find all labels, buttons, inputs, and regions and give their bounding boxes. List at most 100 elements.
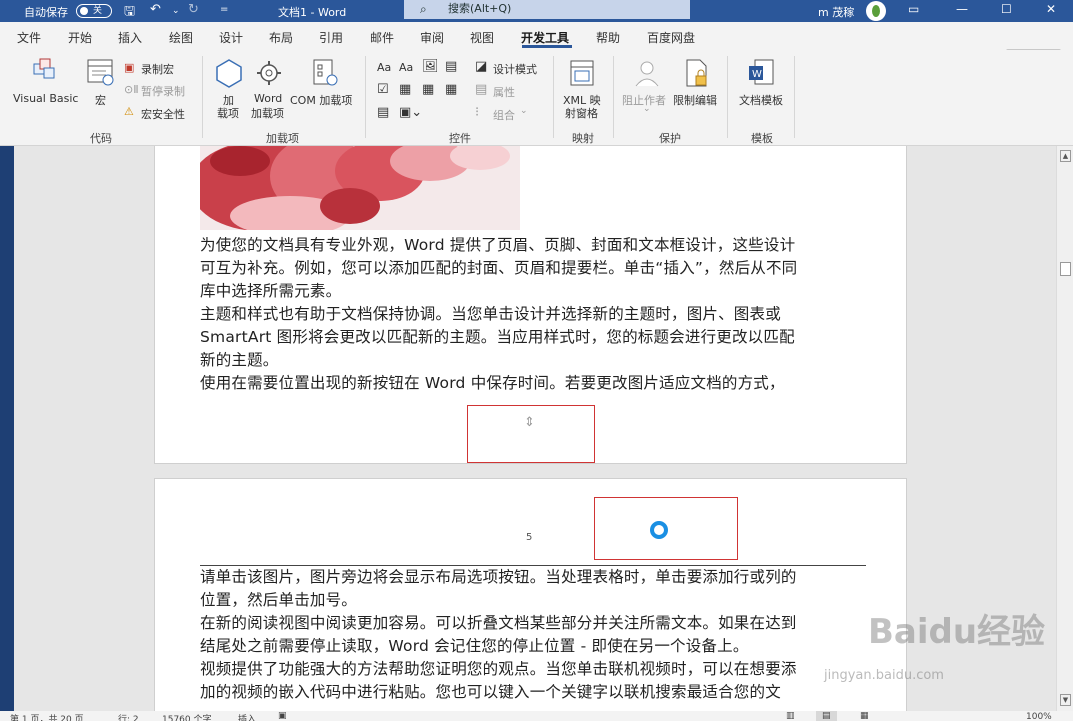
- window-edge: [0, 146, 14, 721]
- tab-insert[interactable]: 插入: [118, 29, 142, 46]
- user-name[interactable]: m 茂稼: [818, 4, 854, 20]
- tab-design[interactable]: 设计: [219, 29, 243, 46]
- com-addins-label: COM 加载项: [290, 94, 353, 107]
- macros-icon: [87, 59, 114, 86]
- macro-record-icon[interactable]: ▣: [278, 711, 287, 721]
- text-line: 可互为补充。例如，您可以添加匹配的封面、页眉和提要栏。单击“插入”，然后从不同: [200, 259, 798, 277]
- row-indicator: 行: 2: [118, 715, 139, 721]
- svg-text:W: W: [752, 69, 762, 80]
- word-template-icon: W: [749, 59, 774, 85]
- undo-icon[interactable]: ↶: [150, 2, 161, 17]
- tab-layout[interactable]: 布局: [269, 29, 293, 46]
- page-2-text[interactable]: 请单击该图片，图片旁边将会显示布局选项按钮。当处理表格时，单击要添加行或列的 位…: [200, 566, 866, 704]
- document-title: 文档1 - Word: [278, 6, 347, 19]
- tab-view[interactable]: 视图: [470, 29, 494, 46]
- group-divider: [202, 56, 203, 138]
- avatar[interactable]: [866, 1, 886, 21]
- dropdown-list-icon[interactable]: ▦: [422, 82, 434, 97]
- tab-help[interactable]: 帮助: [596, 29, 620, 46]
- text-line: 主题和样式也有助于文档保持协调。当您单击设计并选择新的主题时，图片、图表或: [200, 305, 781, 323]
- warning-icon: ⚠: [124, 105, 134, 118]
- checkbox-control-icon[interactable]: ☑: [377, 82, 389, 97]
- word-count[interactable]: 15760 个字: [162, 712, 212, 721]
- group-icon: ⁝: [475, 105, 480, 120]
- date-picker-icon[interactable]: ▦: [445, 82, 457, 97]
- read-mode-icon[interactable]: ▥: [786, 711, 795, 721]
- redo-icon[interactable]: ↻: [188, 2, 199, 17]
- macros-label: 宏: [95, 94, 106, 107]
- close-icon[interactable]: ✕: [1046, 2, 1056, 16]
- document-template-label: 文档模板: [739, 94, 783, 107]
- block-authors-icon: [635, 61, 659, 87]
- chevron-down-icon: ⌄: [520, 106, 528, 116]
- autosave-toggle[interactable]: 关: [76, 4, 112, 18]
- visual-basic-label: Visual Basic: [13, 92, 79, 105]
- page-count[interactable]: 第 1 页，共 20 页: [10, 712, 84, 721]
- hexagon-icon: [216, 59, 242, 88]
- record-macro-label: 录制宏: [141, 63, 174, 76]
- tab-file[interactable]: 文件: [17, 29, 41, 46]
- vertical-scrollbar[interactable]: ▲ ▼: [1056, 146, 1073, 711]
- design-mode-icon: ◪: [475, 59, 488, 74]
- record-macro-icon: ▣: [124, 61, 135, 74]
- com-addins-icon: [313, 59, 338, 86]
- restrict-editing-label: 限制编辑: [673, 94, 717, 107]
- rich-text-control-icon[interactable]: Aa: [377, 61, 391, 74]
- properties-icon: ▤: [475, 82, 488, 97]
- group-divider: [553, 56, 554, 138]
- text-line: 视频提供了功能强大的方法帮助您证明您的观点。当您单击联机视频时，可以在想要添: [200, 660, 797, 678]
- design-mode-label: 设计模式: [493, 63, 537, 76]
- print-layout-icon[interactable]: ▤: [816, 711, 837, 721]
- undo-dropdown-icon[interactable]: ⌄: [172, 6, 180, 16]
- scroll-down-icon[interactable]: ▼: [1060, 694, 1071, 706]
- zoom-level[interactable]: 100%: [1026, 712, 1052, 721]
- text-line: 在新的阅读视图中阅读更加容易。可以折叠文档某些部分并关注所需文本。如果在达到: [200, 614, 797, 632]
- lock-document-icon: [686, 59, 707, 87]
- text-line: 结尾处之前需要停止读取，Word 会记住您的停止位置 - 即使在另一个设备上。: [200, 637, 749, 655]
- tab-mailings[interactable]: 邮件: [370, 29, 394, 46]
- tab-developer[interactable]: 开发工具: [521, 29, 569, 46]
- tab-review[interactable]: 审阅: [420, 29, 444, 46]
- chevron-down-icon: ⌄: [643, 104, 651, 114]
- mapping-group-label: 映射: [572, 132, 594, 145]
- picture-control-icon[interactable]: 🖼: [422, 59, 439, 74]
- customize-toolbar-icon[interactable]: =: [220, 4, 228, 15]
- macro-security-label: 宏安全性: [141, 108, 185, 121]
- minimize-icon[interactable]: —: [956, 2, 968, 16]
- search-box[interactable]: ⌕ 搜索(Alt+Q): [404, 0, 690, 19]
- web-layout-icon[interactable]: ▦: [860, 711, 869, 721]
- insert-mode[interactable]: 插入: [238, 712, 256, 721]
- text-line: 库中选择所需元素。: [200, 282, 342, 300]
- page-1-text[interactable]: 为使您的文档具有专业外观，Word 提供了页眉、页脚、封面和文本框设计，这些设计…: [200, 234, 866, 395]
- combo-box-icon[interactable]: ▦: [399, 82, 411, 97]
- legacy-tools-icon[interactable]: ▣⌄: [399, 105, 422, 120]
- scroll-thumb[interactable]: [1060, 262, 1071, 276]
- title-bar: 自动保存 关 🖫 ↶ ⌄ ↻ = 文档1 - Word ⌕ 搜索(Alt+Q) …: [0, 0, 1073, 22]
- visual-basic-icon: [33, 58, 55, 79]
- plain-text-control-icon[interactable]: Aa: [399, 61, 413, 74]
- search-icon: ⌕: [420, 2, 427, 16]
- templates-group-label: 模板: [751, 132, 773, 145]
- group-divider: [613, 56, 614, 138]
- building-block-icon[interactable]: ▤: [445, 59, 457, 74]
- word-addins-label-2: 加载项: [251, 107, 284, 120]
- tab-baidu-netdisk[interactable]: 百度网盘: [647, 29, 695, 46]
- tab-home[interactable]: 开始: [68, 29, 92, 46]
- text-line: 使用在需要位置出现的新按钮在 Word 中保存时间。若要更改图片适应文档的方式，: [200, 374, 785, 392]
- scroll-up-icon[interactable]: ▲: [1060, 150, 1071, 162]
- tab-draw[interactable]: 绘图: [169, 29, 193, 46]
- document-image[interactable]: [200, 146, 520, 230]
- text-line: 加的视频的嵌入代码中进行粘贴。您也可以键入一个关键字以联机搜索最适合您的文: [200, 683, 781, 701]
- resize-handle-icon[interactable]: ⇕: [524, 416, 535, 429]
- ribbon-display-icon[interactable]: ▭: [908, 2, 919, 16]
- protect-group-label: 保护: [659, 132, 681, 145]
- flower-image: [200, 146, 520, 230]
- tab-references[interactable]: 引用: [319, 29, 343, 46]
- properties-label: 属性: [493, 86, 515, 99]
- save-icon[interactable]: 🖫: [124, 2, 135, 24]
- group-divider: [365, 56, 366, 138]
- xml-mapping-label-2: 射窗格: [565, 107, 598, 120]
- repeating-section-icon[interactable]: ▤: [377, 105, 389, 120]
- text-line: 请单击该图片，图片旁边将会显示布局选项按钮。当处理表格时，单击要添加行或列的: [200, 568, 797, 586]
- maximize-icon[interactable]: ☐: [1001, 2, 1012, 16]
